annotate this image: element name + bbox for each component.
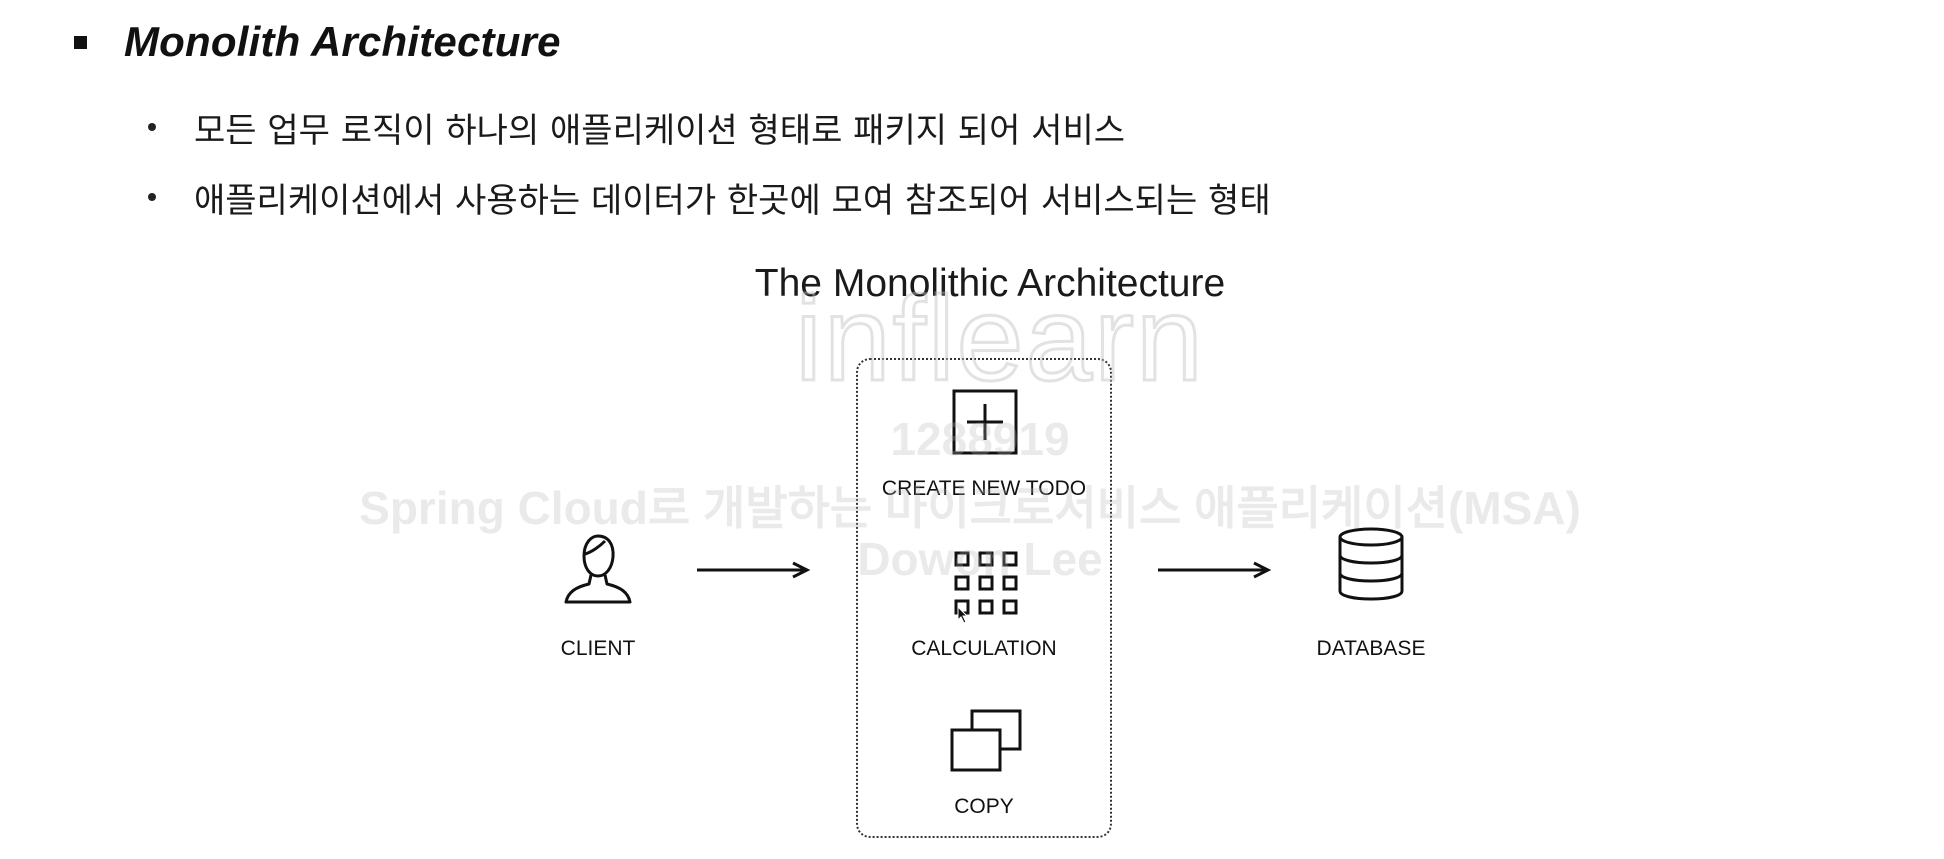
module-label-copy: COPY [954,795,1014,818]
bullet-item: 모든 업무 로직이 하나의 애플리케이션 형태로 패키지 되어 서비스 [146,92,1271,162]
copy-icon [950,709,1022,772]
database-label: DATABASE [1316,637,1426,660]
client-label: CLIENT [560,637,636,660]
bullet-dot-icon [148,123,156,131]
plus-square-icon [952,389,1018,455]
page-heading: Monolith Architecture [124,18,561,65]
bullet-item: 애플리케이션에서 사용하는 데이터가 한곳에 모여 참조되어 서비스되는 형태 [146,162,1271,232]
user-icon [564,534,632,604]
module-label-calculation: CALCULATION [911,637,1057,660]
arrow-right-icon [697,561,811,579]
arrow-right-icon [1158,561,1272,579]
bullet-text: 모든 업무 로직이 하나의 애플리케이션 형태로 패키지 되어 서비스 [194,110,1126,151]
bullet-text: 애플리케이션에서 사용하는 데이터가 한곳에 모여 참조되어 서비스되는 형태 [194,180,1271,221]
diagram-title: The Monolithic Architecture [754,262,1226,305]
bullet-dot-icon [148,193,156,201]
database-icon [1338,527,1404,601]
module-label-create-new-todo: CREATE NEW TODO [881,477,1087,500]
heading-row: Monolith Architecture [74,18,561,66]
square-bullet-icon [74,35,87,49]
bullet-list: 모든 업무 로직이 하나의 애플리케이션 형태로 패키지 되어 서비스 애플리케… [146,92,1271,232]
mouse-cursor-icon [957,606,969,624]
